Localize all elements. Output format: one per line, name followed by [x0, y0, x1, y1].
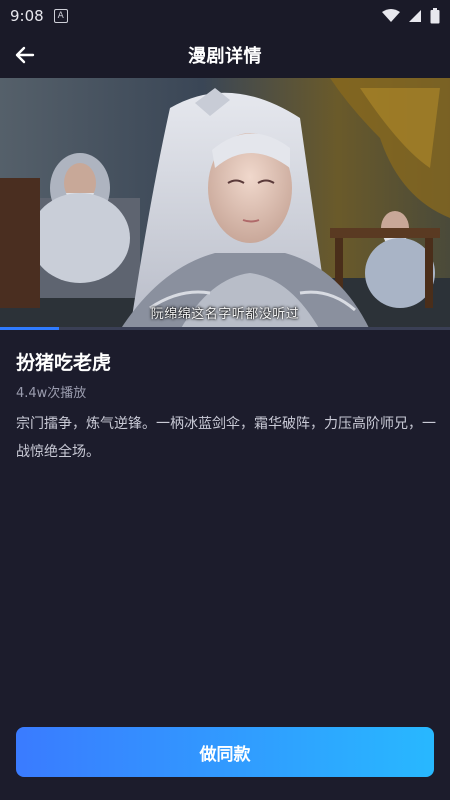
drama-description: 宗门擂争，炼气逆锋。一柄冰蓝剑伞，霜华破阵，力压高阶师兄，一战惊绝全场。 [16, 416, 436, 460]
drama-title: 扮猪吃老虎 [16, 352, 112, 374]
back-button[interactable] [10, 40, 40, 70]
arrow-left-icon [15, 46, 35, 64]
make-same-button[interactable]: 做同款 [16, 727, 434, 777]
page-title: 漫剧详情 [188, 46, 262, 67]
status-icons [382, 8, 440, 24]
status-bar: 9:08 A [0, 0, 450, 32]
status-time: 9:08 [10, 7, 44, 25]
signal-icon [409, 10, 421, 22]
video-frame-image [0, 78, 450, 330]
play-count: 4.4w次播放 [16, 386, 87, 401]
wifi-icon [382, 9, 400, 22]
notification-icon: A [53, 9, 68, 23]
app-header: 漫剧详情 [0, 32, 450, 78]
video-progress-fill [0, 327, 59, 330]
video-subtitle: 阮绵绵这名字听都没听过 [150, 307, 300, 322]
status-left: 9:08 A [10, 7, 68, 25]
video-player[interactable]: 阮绵绵这名字听都没听过 [0, 78, 450, 330]
battery-icon [430, 8, 440, 24]
video-progress-bar[interactable] [0, 327, 450, 330]
